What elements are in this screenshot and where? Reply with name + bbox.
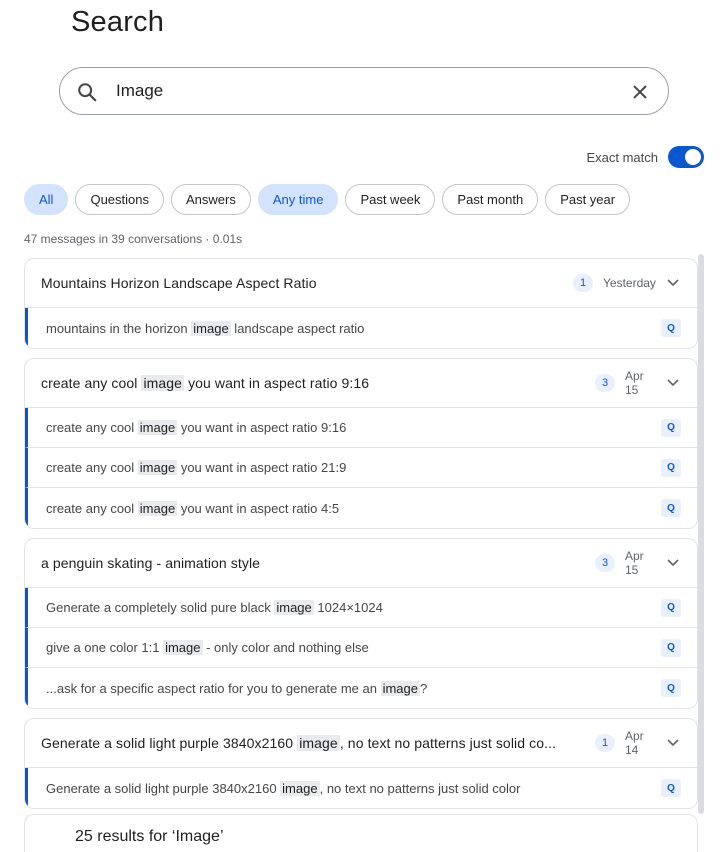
question-badge: Q [661,499,681,517]
conversation-title: Generate a solid light purple 3840x2160 … [41,735,557,751]
message-text: create any cool image you want in aspect… [46,420,347,435]
filter-all[interactable]: All [24,184,69,215]
question-badge: Q [661,458,681,477]
message-text: Generate a completely solid pure black i… [46,600,383,615]
results-list: Mountains Horizon Landscape Aspect Ratio… [24,258,698,818]
match-highlight: image [274,600,314,615]
conversation-header[interactable]: a penguin skating - animation style 3 Ap… [25,539,697,588]
message-text: give a one color 1:1 image - only color … [46,640,369,655]
conversation-card: create any cool image you want in aspect… [24,358,698,529]
search-input[interactable] [116,78,616,104]
match-highlight: image [191,320,231,336]
conversation-card: Generate a solid light purple 3840x2160 … [24,718,698,809]
search-icon [76,81,98,103]
conversation-date: Yesterday [603,276,656,290]
search-page: Search Exact match All Questions Answers… [0,0,724,852]
exact-match-control: Exact match [586,146,704,168]
conversation-header[interactable]: create any cool image you want in aspect… [25,359,697,408]
match-count-badge: 3 [595,374,615,392]
match-highlight: image [163,640,203,655]
conversation-header[interactable]: Generate a solid light purple 3840x2160 … [25,719,697,768]
toggle-knob [685,149,701,165]
filter-past-month[interactable]: Past month [442,184,539,215]
chevron-down-icon[interactable] [665,555,681,571]
message-row[interactable]: ...ask for a specific aspect ratio for y… [25,668,697,708]
conversation-title: a penguin skating - animation style [41,555,261,571]
conversation-header[interactable]: Mountains Horizon Landscape Aspect Ratio… [25,259,697,308]
question-badge: Q [661,638,681,657]
message-row[interactable]: mountains in the horizon image landscape… [25,308,697,348]
results-scrollbar[interactable] [698,254,704,814]
exact-match-toggle[interactable] [668,146,704,168]
question-badge: Q [661,779,681,797]
match-count-badge: 1 [595,734,615,752]
conversation-title: Mountains Horizon Landscape Aspect Ratio [41,275,317,291]
search-box[interactable] [59,67,669,115]
message-row[interactable]: give a one color 1:1 image - only color … [25,628,697,668]
results-stats: 47 messages in 39 conversations · 0.01s [24,232,243,246]
message-text: mountains in the horizon image landscape… [46,320,365,336]
message-row[interactable]: Generate a completely solid pure black i… [25,588,697,628]
question-badge: Q [661,598,681,617]
match-highlight: image [280,780,320,796]
clear-search-button[interactable] [628,80,652,104]
filter-answers[interactable]: Answers [171,184,251,215]
match-highlight: image [137,500,178,516]
chevron-down-icon[interactable] [665,375,681,391]
message-row[interactable]: create any cool image you want in aspect… [25,408,697,448]
question-badge: Q [661,319,681,337]
conversation-date: Apr 15 [625,549,644,577]
match-highlight: image [297,735,340,751]
conversation-date: Apr 15 [625,369,644,397]
match-count-badge: 1 [573,274,593,292]
filter-questions[interactable]: Questions [75,184,164,215]
message-row[interactable]: create any cool image you want in aspect… [25,488,697,528]
message-row[interactable]: Generate a solid light purple 3840x2160 … [25,768,697,808]
chevron-down-icon[interactable] [665,275,681,291]
match-count-badge: 3 [595,554,615,572]
message-text: Generate a solid light purple 3840x2160 … [46,780,521,796]
conversation-card: Mountains Horizon Landscape Aspect Ratio… [24,258,698,349]
filter-any-time[interactable]: Any time [257,184,339,215]
question-badge: Q [661,418,681,437]
match-highlight: image [380,680,420,696]
close-icon [633,85,647,99]
match-highlight: image [137,420,178,435]
question-badge: Q [661,679,681,697]
conversation-card: a penguin skating - animation style 3 Ap… [24,538,698,709]
filter-past-week[interactable]: Past week [345,184,436,215]
message-row[interactable]: create any cool image you want in aspect… [25,448,697,488]
results-count-footer: 25 results for ‘Image’ [75,828,224,845]
conversation-date: Apr 14 [625,729,644,757]
page-title: Search [71,6,165,38]
message-text: ...ask for a specific aspect ratio for y… [46,680,428,696]
chevron-down-icon[interactable] [665,735,681,751]
match-highlight: image [141,375,185,391]
filter-past-year[interactable]: Past year [545,184,631,215]
match-highlight: image [137,460,178,475]
message-text: create any cool image you want in aspect… [46,500,340,516]
message-text: create any cool image you want in aspect… [46,460,347,475]
conversation-title: create any cool image you want in aspect… [41,375,370,391]
exact-match-label: Exact match [586,149,658,165]
filter-chips: All Questions Answers Any time Past week… [24,184,631,215]
